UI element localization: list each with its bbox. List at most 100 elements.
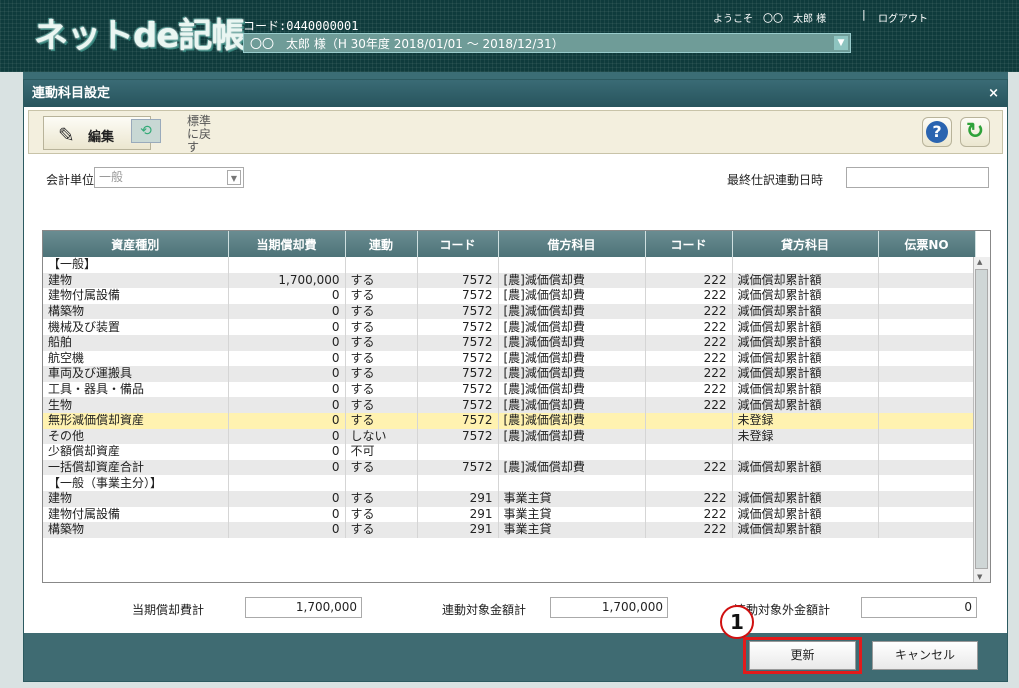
close-icon[interactable]: × (988, 80, 999, 107)
table-cell: 291 (417, 506, 499, 523)
table-cell: 291 (417, 522, 499, 538)
table-row[interactable]: 【一般（事業主分）】 (43, 475, 976, 491)
table-cell: する (345, 506, 418, 523)
table-cell: 0 (228, 522, 346, 538)
table-row[interactable]: 構築物 0 する 291 事業主貸 222 減価償却累計額 (43, 522, 976, 538)
table-row[interactable]: 少額償却資産 0 不可 (43, 444, 976, 460)
table-cell: 減価償却累計額 (732, 381, 879, 398)
table-cell (645, 257, 733, 273)
table-cell: 減価償却累計額 (732, 334, 879, 351)
scroll-thumb[interactable] (975, 269, 988, 569)
user-period-select[interactable]: 〇〇 太郎 様（H 30年度 2018/01/01 ～ 2018/12/31） … (243, 33, 851, 53)
table-cell: する (345, 288, 418, 304)
table-cell: 一括償却資産合計 (43, 459, 229, 476)
refresh-icon[interactable]: ↻ (960, 117, 990, 147)
table-cell: 車両及び運搬具 (43, 366, 229, 382)
table-cell: 事業主貸 (498, 522, 646, 538)
table-cell: 無形減価償却資産 (43, 412, 229, 429)
chevron-down-icon: ▼ (227, 170, 241, 185)
table-row[interactable]: 建物 1,700,000 する 7572 [農]減価償却費 222 減価償却累計額 (43, 272, 976, 289)
table-row[interactable]: 航空機 0 する 7572 [農]減価償却費 222 減価償却累計額 (43, 350, 976, 367)
column-header: 貸方科目 (732, 231, 879, 257)
table-cell (645, 428, 733, 445)
app-header: ネットde記帳 コード:0440000001 〇〇 太郎 様（H 30年度 20… (0, 0, 1019, 72)
table-cell (417, 475, 499, 491)
table-cell: 222 (645, 272, 733, 289)
unit-value: 一般 (99, 170, 124, 184)
table-cell: する (345, 412, 418, 429)
step-marker: 1 (720, 605, 754, 639)
table-cell (878, 444, 976, 460)
table-cell: 0 (228, 381, 346, 398)
table-cell (878, 366, 976, 382)
table-cell: 減価償却累計額 (732, 397, 879, 413)
welcome-text: ようこそ 〇〇 太郎 様 (713, 14, 827, 25)
table-cell: 減価償却累計額 (732, 272, 879, 289)
table-row[interactable]: 生物 0 する 7572 [農]減価償却費 222 減価償却累計額 (43, 397, 976, 413)
table-cell: [農]減価償却費 (498, 459, 646, 476)
table-cell: 【一般（事業主分）】 (43, 475, 229, 491)
table-cell (345, 257, 418, 273)
table-cell: [農]減価償却費 (498, 288, 646, 304)
table-cell (645, 412, 733, 429)
table-cell: しない (345, 428, 418, 445)
table-cell (878, 522, 976, 538)
chevron-down-icon[interactable]: ▼ (834, 36, 848, 50)
scroll-down-icon[interactable]: ▼ (977, 573, 982, 581)
column-header: コード (645, 231, 733, 257)
table-cell: する (345, 272, 418, 289)
table-cell (417, 257, 499, 273)
table-row[interactable]: 一括償却資産合計 0 する 7572 [農]減価償却費 222 減価償却累計額 (43, 459, 976, 476)
table-cell: 0 (228, 334, 346, 351)
table-cell: 事業主貸 (498, 490, 646, 507)
column-header: 当期償却費 (228, 231, 346, 257)
column-header: 借方科目 (498, 231, 646, 257)
background-right (1008, 72, 1019, 688)
table-cell: 222 (645, 459, 733, 476)
table-cell: 【一般】 (43, 257, 229, 273)
table-cell: 222 (645, 397, 733, 413)
table-row[interactable]: 無形減価償却資産 0 する 7572 [農]減価償却費 未登録 (43, 412, 976, 429)
dialog-title-bar: 連動科目設定 × (24, 80, 1007, 107)
table-cell: する (345, 381, 418, 398)
table-row[interactable]: 建物 0 する 291 事業主貸 222 減価償却累計額 (43, 490, 976, 507)
table-cell (645, 444, 733, 460)
table-cell: 222 (645, 506, 733, 523)
table-scrollbar[interactable]: ▲ ▼ (973, 257, 990, 582)
table-row[interactable]: 構築物 0 する 7572 [農]減価償却費 222 減価償却累計額 (43, 303, 976, 320)
help-button[interactable]: ? (922, 117, 952, 147)
table-cell: 構築物 (43, 522, 229, 538)
table-row[interactable]: 【一般】 (43, 257, 976, 273)
table-cell: 機械及び装置 (43, 319, 229, 335)
header-separator: | (862, 8, 866, 21)
table-cell: 0 (228, 319, 346, 335)
table-row[interactable]: 建物付属設備 0 する 7572 [農]減価償却費 222 減価償却累計額 (43, 288, 976, 304)
table-row[interactable]: 工具・器具・備品 0 する 7572 [農]減価償却費 222 減価償却累計額 (43, 381, 976, 398)
table-row[interactable]: 機械及び装置 0 する 7572 [農]減価償却費 222 減価償却累計額 (43, 319, 976, 335)
table-cell (732, 257, 879, 273)
table-cell: する (345, 366, 418, 382)
last-date-field (846, 167, 989, 188)
table-cell: 0 (228, 350, 346, 367)
table-cell: 減価償却累計額 (732, 506, 879, 523)
link-account-dialog: 連動科目設定 × ✎ 編集 ⟲ 標準に戻す ? ↻ 会計単位 一般 ▼ 最終仕訳… (23, 79, 1008, 682)
table-cell: する (345, 490, 418, 507)
depreciation-total-label: 当期償却費計 (132, 603, 205, 617)
table-cell: 7572 (417, 459, 499, 476)
scroll-up-icon[interactable]: ▲ (977, 258, 982, 266)
table-row[interactable]: 建物付属設備 0 する 291 事業主貸 222 減価償却累計額 (43, 506, 976, 523)
cancel-button[interactable]: キャンセル (872, 641, 978, 670)
table-cell: 減価償却累計額 (732, 459, 879, 476)
logout-link[interactable]: ログアウト (878, 10, 928, 25)
table-cell: 構築物 (43, 303, 229, 320)
help-icon: ? (926, 121, 948, 143)
table-cell: 0 (228, 428, 346, 445)
table-row[interactable]: その他 0 しない 7572 [農]減価償却費 未登録 (43, 428, 976, 445)
table-cell: 少額償却資産 (43, 444, 229, 460)
table-cell (732, 444, 879, 460)
table-cell (228, 475, 346, 491)
table-row[interactable]: 船舶 0 する 7572 [農]減価償却費 222 減価償却累計額 (43, 334, 976, 351)
table-cell (878, 257, 976, 273)
table-row[interactable]: 車両及び運搬具 0 する 7572 [農]減価償却費 222 減価償却累計額 (43, 366, 976, 382)
table-cell: 222 (645, 303, 733, 320)
